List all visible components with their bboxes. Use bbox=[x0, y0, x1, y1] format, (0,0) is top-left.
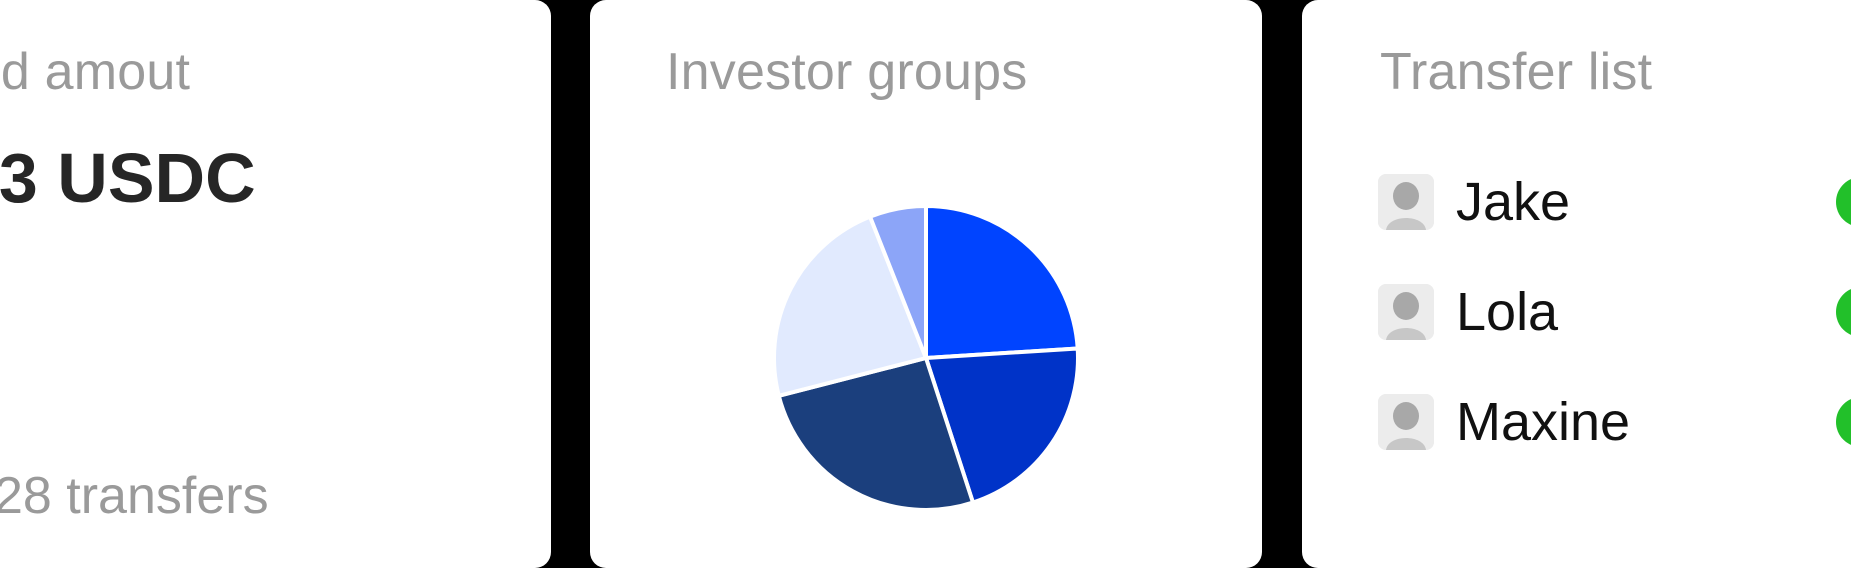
transfer-list-item[interactable]: Maxine bbox=[1378, 392, 1630, 452]
user-avatar-icon bbox=[1378, 284, 1434, 340]
avatar bbox=[1378, 394, 1434, 450]
status-badge bbox=[1836, 177, 1851, 227]
user-avatar-icon bbox=[1378, 394, 1434, 450]
status-badge bbox=[1836, 287, 1851, 337]
investor-groups-card: Investor groups bbox=[590, 0, 1262, 568]
avatar bbox=[1378, 284, 1434, 340]
transfer-person-name: Lola bbox=[1456, 282, 1559, 342]
status-badge bbox=[1836, 397, 1851, 447]
transfer-list-title: Transfer list bbox=[1380, 43, 1653, 101]
transfer-list-item[interactable]: Lola bbox=[1378, 282, 1558, 342]
transfers-count-row: 28 transfers bbox=[0, 466, 269, 526]
transfer-list-card: Transfer list Jake Lola Maxine bbox=[1302, 0, 1851, 568]
transfers-count: 28 transfers bbox=[0, 467, 269, 525]
investor-groups-pie-chart bbox=[772, 204, 1080, 512]
transfer-person-name: Maxine bbox=[1456, 392, 1631, 452]
pie-slice-1 bbox=[924, 204, 1080, 360]
dashboard-widgets: aid amout 23 USDC 28 transfers Investor … bbox=[0, 0, 1851, 568]
avatar bbox=[1378, 174, 1434, 230]
user-avatar-icon bbox=[1378, 174, 1434, 230]
transfer-list-item[interactable]: Jake bbox=[1378, 172, 1570, 232]
paid-amount-title: aid amout bbox=[0, 43, 191, 101]
paid-amount-card: aid amout 23 USDC 28 transfers bbox=[0, 0, 551, 568]
transfer-person-name: Jake bbox=[1456, 172, 1571, 232]
paid-amount-value: 23 USDC bbox=[0, 139, 256, 217]
